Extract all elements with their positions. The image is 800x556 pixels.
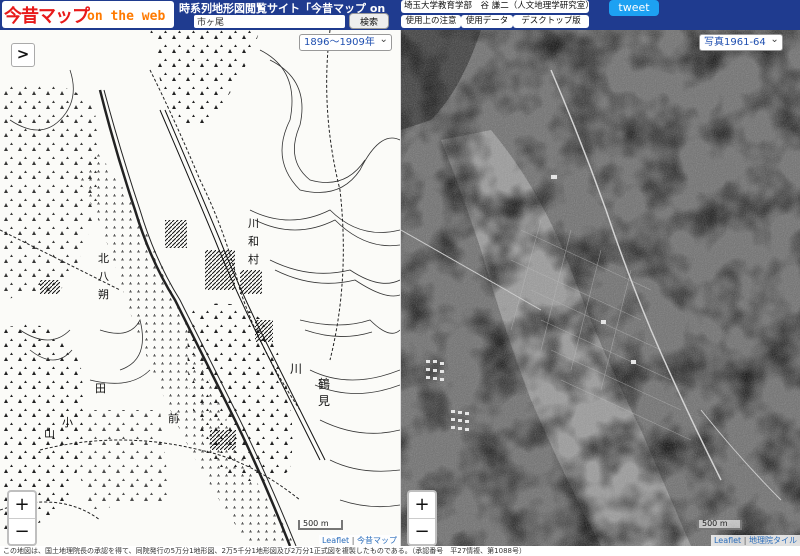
usage-notes-button[interactable]: 使用上の注意	[401, 15, 461, 28]
place-label-7: 北	[98, 252, 109, 265]
topo-map-canvas	[0, 30, 400, 546]
place-label-11: 小	[62, 416, 73, 429]
tweet-button[interactable]: tweet	[609, 0, 659, 16]
left-zoom-out-button[interactable]: −	[9, 519, 35, 545]
place-label-1: 川	[248, 217, 259, 230]
copyright-footer: この地図は、国土地理院長の承認を得て、同院発行の5万分1地形図、2万5千分1地形…	[0, 546, 800, 556]
place-label-6: 川	[290, 362, 303, 376]
right-scale-bar: 500 m	[697, 520, 742, 530]
search-input[interactable]	[194, 15, 345, 28]
left-era-select[interactable]: 1896～1909年	[299, 32, 392, 51]
search-button[interactable]: 検索	[349, 13, 389, 29]
place-label-3: 村	[248, 253, 259, 266]
left-zoom-in-button[interactable]: +	[9, 492, 35, 519]
right-attribution: Leaflet | 地理院タイル	[710, 535, 800, 546]
place-label-13: 田	[95, 382, 106, 395]
desktop-version-button[interactable]: デスクトップ版	[513, 15, 589, 28]
right-leaflet-link[interactable]: Leaflet	[714, 536, 741, 545]
right-source-link[interactable]: 地理院タイル	[749, 536, 797, 545]
place-label-4: 鶴	[318, 377, 331, 391]
left-zoom-control: + −	[7, 490, 37, 546]
left-scale-bar: 500 m	[298, 520, 343, 530]
place-label-12: 前	[168, 412, 179, 425]
place-label-9: 朔	[98, 288, 109, 301]
data-button[interactable]: 使用データ	[461, 15, 513, 28]
left-source-link[interactable]: 今昔マップ	[357, 536, 397, 545]
place-label-2: 和	[248, 235, 259, 248]
logo-main-text: 今昔マップ	[4, 6, 90, 27]
place-label-10: 山	[44, 427, 55, 440]
right-zoom-control: + −	[407, 490, 437, 546]
logo-sub-text: on the web	[87, 9, 166, 24]
left-attribution: Leaflet | 今昔マップ	[318, 535, 400, 546]
university-link[interactable]: 埼玉大学教育学部 谷 謙二（人文地理学研究室）	[401, 0, 589, 13]
right-era-select[interactable]: 写真1961-64	[699, 32, 783, 51]
aerial-photo-canvas	[401, 30, 800, 546]
place-label-5: 見	[318, 394, 331, 408]
right-zoom-in-button[interactable]: +	[409, 492, 435, 519]
expand-panel-button[interactable]: >	[11, 43, 35, 67]
old-topo-map[interactable]: 川 和 村 鶴 見 川 北 八 朔 山 小 前 田 1896～1909年 > +…	[0, 30, 400, 546]
place-label-8: 八	[98, 270, 109, 283]
left-leaflet-link[interactable]: Leaflet	[322, 536, 349, 545]
right-zoom-out-button[interactable]: −	[409, 519, 435, 545]
header-bar: 今昔マップ on the web 時系列地形図閲覧サイト「今昔マップ on th…	[0, 0, 800, 30]
site-logo[interactable]: 今昔マップ on the web	[2, 1, 174, 28]
aerial-photo-map[interactable]: 写真1961-64 + − 500 m Leaflet | 地理院タイル	[401, 30, 800, 546]
